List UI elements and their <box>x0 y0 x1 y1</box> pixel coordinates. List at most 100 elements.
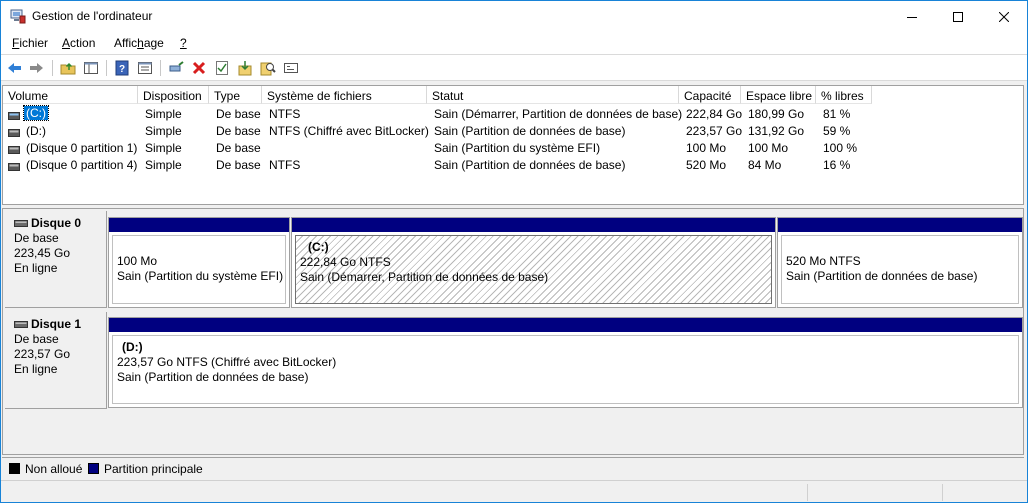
column-header-percent-free[interactable]: % libres <box>816 86 872 104</box>
volume-disposition: Simple <box>145 141 182 155</box>
volume-filesystem: NTFS <box>269 158 301 172</box>
table-row[interactable]: (D:) Simple De base NTFS (Chiffré avec B… <box>3 122 1023 139</box>
column-header-volume[interactable]: Volume <box>3 86 138 104</box>
volume-percent-free: 100 % <box>823 141 858 155</box>
connect-icon <box>169 61 184 72</box>
disk-name: Disque 1 <box>31 317 82 331</box>
menu-help-accel: ? <box>180 36 187 50</box>
column-header-disposition[interactable]: Disposition <box>138 86 209 104</box>
menu-action[interactable]: Action <box>62 36 95 50</box>
partition-type-band <box>109 318 1022 332</box>
up-folder-icon <box>60 62 76 75</box>
console-button[interactable] <box>282 59 300 77</box>
help-button[interactable]: ? <box>113 59 131 77</box>
import-icon <box>238 61 252 76</box>
column-header-capacity[interactable]: Capacité <box>679 86 741 104</box>
legend-primary-label: Partition principale <box>104 462 203 476</box>
partition-status: Sain (Démarrer, Partition de données de … <box>300 270 549 284</box>
partition-efi[interactable]: 100 Mo Sain (Partition du système EFI) <box>108 217 290 308</box>
partition-d[interactable]: (D:) 223,57 Go NTFS (Chiffré avec BitLoc… <box>108 317 1023 408</box>
partition-size: 100 Mo <box>117 254 158 268</box>
partition-type-band <box>778 218 1022 232</box>
menu-bar: Fichier Action Affichage ? <box>1 32 1027 54</box>
partition-label: (D:) <box>122 340 143 354</box>
volume-status: Sain (Partition de données de base) <box>434 158 626 172</box>
legend-unallocated-swatch <box>9 463 20 474</box>
properties-icon <box>138 62 152 74</box>
volume-capacity: 100 Mo <box>686 141 727 155</box>
volume-name: (Disque 0 partition 1) <box>26 141 138 155</box>
column-header-status[interactable]: Statut <box>427 86 679 104</box>
menu-affichage-pre: Affic <box>114 36 138 50</box>
menu-fichier-post: ichier <box>19 36 49 50</box>
partition-status: Sain (Partition de données de base) <box>117 370 309 384</box>
volume-capacity: 223,57 Go <box>686 124 743 138</box>
partition-size: 520 Mo NTFS <box>786 254 861 268</box>
forward-button[interactable] <box>28 59 46 77</box>
title-bar[interactable]: Gestion de l'ordinateur <box>1 1 1027 32</box>
show-hide-tree-icon <box>84 62 98 74</box>
volume-status: Sain (Partition de données de base) <box>434 124 626 138</box>
volume-type: De base <box>216 158 261 172</box>
partition-c[interactable]: (C:) 222,84 Go NTFS Sain (Démarrer, Part… <box>291 217 776 308</box>
table-row[interactable]: (C:) Simple De base NTFS Sain (Démarrer,… <box>3 105 1023 122</box>
column-header-type[interactable]: Type <box>209 86 262 104</box>
volume-name: (Disque 0 partition 4) <box>26 158 138 172</box>
volume-name: (D:) <box>26 124 46 138</box>
show-hide-tree-button[interactable] <box>82 59 100 77</box>
menu-affichage[interactable]: Affichage <box>114 36 164 50</box>
partition-recovery-content: 520 Mo NTFS Sain (Partition de données d… <box>781 235 1019 304</box>
close-button[interactable] <box>981 1 1027 32</box>
table-row[interactable]: (Disque 0 partition 4) Simple De base NT… <box>3 156 1023 173</box>
toolbar-separator <box>52 60 53 76</box>
delete-button[interactable] <box>190 59 208 77</box>
drive-icon <box>8 109 20 123</box>
import-button[interactable] <box>236 59 254 77</box>
forward-icon <box>30 63 43 73</box>
volume-name[interactable]: (C:) <box>23 105 49 121</box>
volume-type: De base <box>216 124 261 138</box>
disk-0-header: Disque 0 <box>14 216 106 231</box>
search-icon <box>260 62 276 76</box>
volume-free-space: 180,99 Go <box>748 107 805 121</box>
maximize-icon <box>953 11 963 22</box>
column-header-filesystem[interactable]: Système de fichiers <box>262 86 427 104</box>
partition-size: 223,57 Go NTFS (Chiffré avec BitLocker) <box>117 355 337 369</box>
back-button[interactable] <box>5 59 23 77</box>
volume-disposition: Simple <box>145 124 182 138</box>
volume-free-space: 100 Mo <box>748 141 789 155</box>
menu-action-accel: A <box>62 36 71 50</box>
column-header-free-space[interactable]: Espace libre <box>741 86 816 104</box>
status-separator <box>807 484 808 501</box>
console-icon <box>284 63 298 73</box>
disk-size: 223,45 Go <box>14 246 71 260</box>
window-title: Gestion de l'ordinateur <box>32 9 153 23</box>
legend-unallocated-label: Non alloué <box>25 462 83 476</box>
status-separator <box>942 484 943 501</box>
toolbar-separator <box>106 60 107 76</box>
check-button[interactable] <box>213 59 231 77</box>
disk-icon <box>14 220 28 228</box>
partition-recovery[interactable]: 520 Mo NTFS Sain (Partition de données d… <box>777 217 1023 308</box>
menu-affichage-post: age <box>143 36 164 50</box>
disk-name: Disque 0 <box>31 216 82 230</box>
disk-0-label[interactable]: Disque 0 De base 223,45 Go En ligne <box>5 211 107 308</box>
disk-size: 223,57 Go <box>14 347 71 361</box>
menu-help[interactable]: ? <box>180 36 187 50</box>
toolbar-separator <box>160 60 161 76</box>
disk-state: En ligne <box>14 362 58 376</box>
minimize-button[interactable] <box>889 1 935 32</box>
menu-fichier[interactable]: Fichier <box>12 36 48 50</box>
volume-disposition: Simple <box>145 158 182 172</box>
legend-primary-swatch <box>88 463 99 474</box>
check-icon <box>216 61 228 75</box>
search-button[interactable] <box>259 59 277 77</box>
volume-type: De base <box>216 141 261 155</box>
table-row[interactable]: (Disque 0 partition 1) Simple De base Sa… <box>3 139 1023 156</box>
properties-view-button[interactable] <box>136 59 154 77</box>
connect-button[interactable] <box>167 59 185 77</box>
disk-1-label[interactable]: Disque 1 De base 223,57 Go En ligne <box>5 312 107 409</box>
partition-status: Sain (Partition de données de base) <box>786 269 978 283</box>
maximize-button[interactable] <box>935 1 981 32</box>
up-folder-button[interactable] <box>59 59 77 77</box>
